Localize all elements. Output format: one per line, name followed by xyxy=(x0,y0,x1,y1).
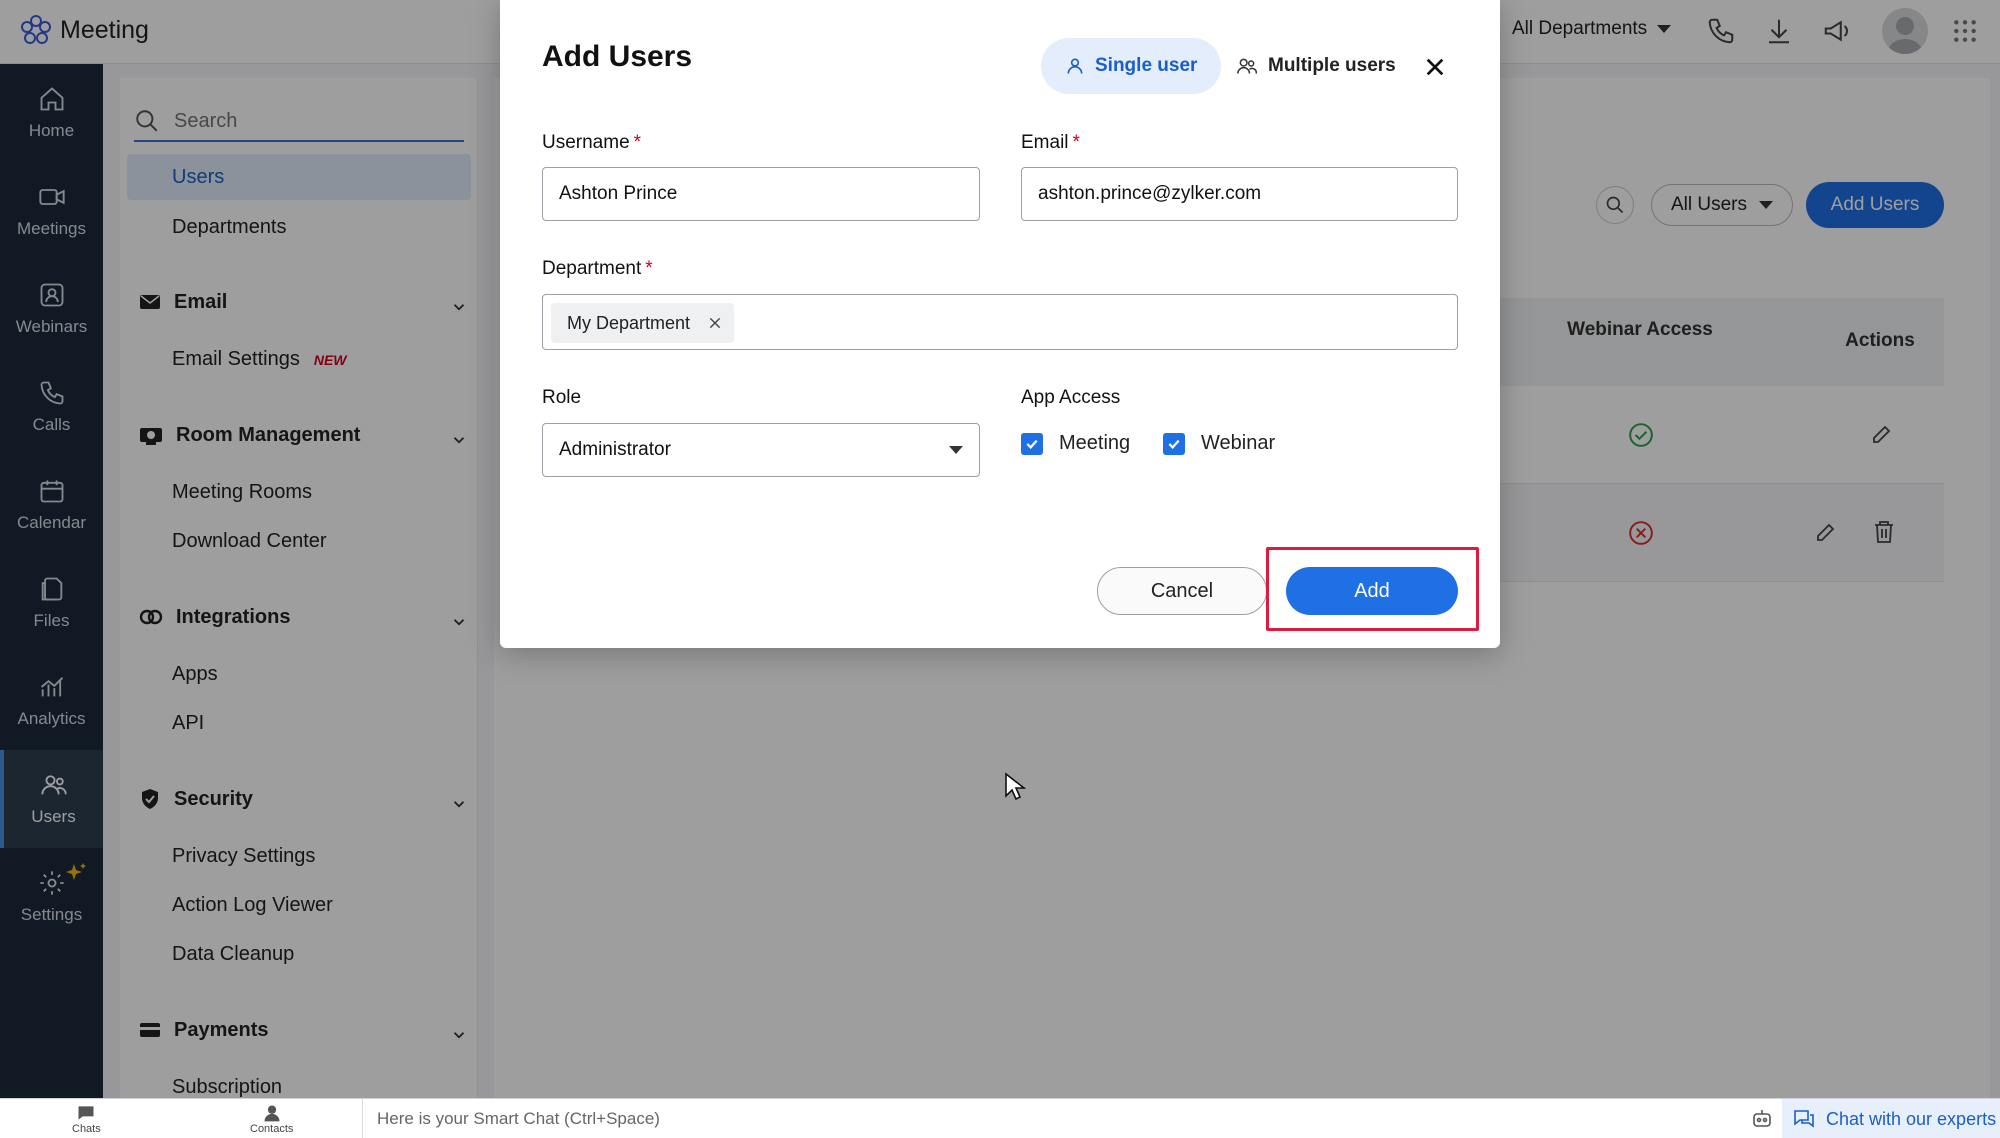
role-value: Administrator xyxy=(559,439,671,460)
close-icon xyxy=(1426,58,1444,76)
required-mark: * xyxy=(633,132,642,153)
chevron-down-icon xyxy=(949,446,963,454)
bottom-chats[interactable]: Chats xyxy=(72,1103,101,1135)
close-icon[interactable] xyxy=(708,316,722,330)
chat-icon xyxy=(78,1106,94,1120)
mouse-cursor-icon xyxy=(1005,772,1026,801)
username-field[interactable] xyxy=(542,167,980,221)
meeting-checkbox[interactable]: Meeting xyxy=(1021,432,1130,455)
checkbox-checked-icon xyxy=(1021,432,1043,455)
tab-multiple-users[interactable]: Multiple users xyxy=(1212,38,1420,94)
webinar-checkbox-label: Webinar xyxy=(1201,432,1276,454)
chat-with-experts-button[interactable]: Chat with our experts xyxy=(1782,1099,2000,1138)
chat-bubbles-icon xyxy=(1794,1110,1814,1128)
close-button[interactable] xyxy=(1420,52,1450,82)
users-icon xyxy=(1237,58,1257,74)
required-mark: * xyxy=(645,258,653,279)
department-field[interactable]: My Department xyxy=(542,294,1458,350)
dialog-title: Add Users xyxy=(542,40,693,73)
department-label: Department * xyxy=(542,258,653,280)
chat-experts-label: Chat with our experts xyxy=(1826,1108,1997,1129)
department-chip: My Department xyxy=(551,303,735,343)
contacts-icon xyxy=(264,1105,280,1122)
user-icon xyxy=(1067,58,1083,74)
checkbox-checked-icon xyxy=(1163,432,1185,455)
role-select[interactable]: Administrator xyxy=(542,423,980,477)
bot-icon[interactable] xyxy=(1750,1107,1774,1131)
tab-single-user[interactable]: Single user xyxy=(1041,38,1222,94)
cancel-button[interactable]: Cancel xyxy=(1097,567,1267,615)
role-label: Role xyxy=(542,387,582,408)
tab-label: Single user xyxy=(1095,55,1198,76)
email-field[interactable] xyxy=(1021,167,1458,221)
bottom-contacts[interactable]: Contacts xyxy=(250,1103,293,1135)
app-access-label: App Access xyxy=(1021,387,1121,408)
tab-label: Multiple users xyxy=(1268,55,1396,76)
department-label-text: Department xyxy=(542,258,642,279)
username-label-text: Username xyxy=(542,132,630,153)
department-chip-label: My Department xyxy=(567,312,691,333)
add-users-dialog: Add Users Single user Multiple users Use… xyxy=(500,0,1500,648)
bottom-label: Chats xyxy=(72,1123,101,1135)
bottom-bar: Chats Contacts Here is your Smart Chat (… xyxy=(0,1098,2000,1138)
email-label-text: Email xyxy=(1021,132,1069,153)
email-label: Email * xyxy=(1021,132,1080,154)
webinar-checkbox[interactable]: Webinar xyxy=(1163,432,1275,455)
meeting-checkbox-label: Meeting xyxy=(1059,432,1131,454)
required-mark: * xyxy=(1072,132,1080,153)
username-label: Username * xyxy=(542,132,641,154)
highlight-box xyxy=(1266,547,1479,631)
smart-chat-input[interactable]: Here is your Smart Chat (Ctrl+Space) xyxy=(362,1099,1742,1138)
bottom-label: Contacts xyxy=(250,1123,294,1135)
